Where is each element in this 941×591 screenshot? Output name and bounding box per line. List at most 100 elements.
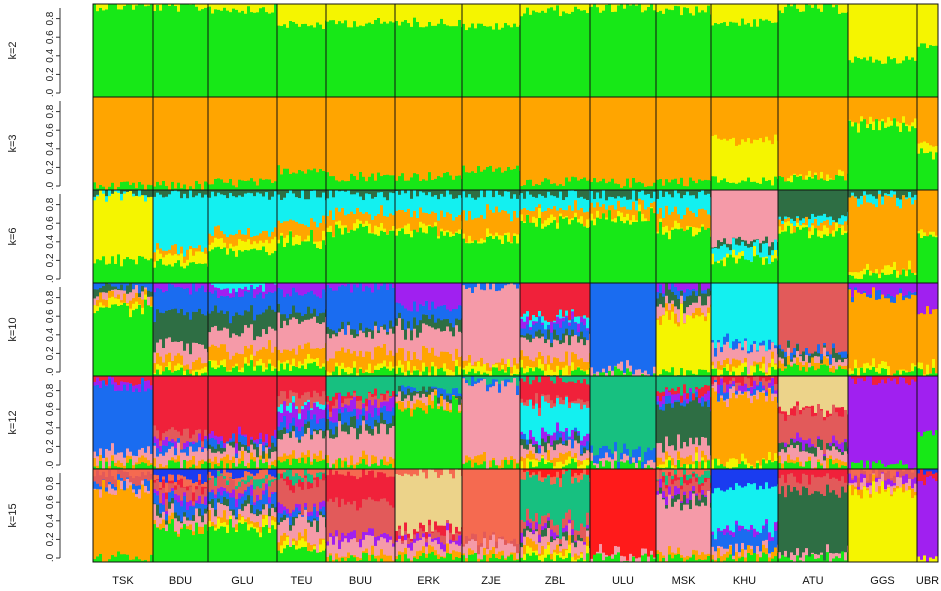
bar-segment bbox=[568, 181, 572, 191]
bar-segment bbox=[428, 191, 432, 214]
bar-segment bbox=[784, 368, 788, 377]
bar-segment bbox=[431, 4, 435, 26]
bar-segment bbox=[538, 190, 542, 195]
bar-segment bbox=[902, 4, 906, 61]
bar-segment bbox=[869, 190, 873, 195]
bar-segment bbox=[304, 419, 308, 425]
bar-segment bbox=[147, 305, 151, 377]
bar-segment bbox=[180, 435, 184, 450]
bar-segment bbox=[857, 132, 861, 191]
bar-segment bbox=[316, 171, 320, 191]
bar-segment bbox=[371, 330, 375, 339]
bar-segment bbox=[250, 192, 254, 238]
bar-segment bbox=[826, 358, 830, 366]
bar-segment bbox=[241, 460, 245, 470]
bar-segment bbox=[905, 124, 909, 127]
bar-segment bbox=[111, 97, 115, 183]
bar-segment bbox=[329, 376, 333, 401]
bar-segment bbox=[304, 173, 308, 191]
bar-segment bbox=[863, 292, 867, 364]
bar-segment bbox=[541, 211, 545, 224]
bar-segment bbox=[535, 197, 539, 208]
bar-segment bbox=[371, 338, 375, 360]
bar-segment bbox=[138, 304, 142, 377]
bar-segment bbox=[180, 266, 184, 284]
bar-segment bbox=[492, 235, 496, 239]
bar-segment bbox=[141, 313, 145, 377]
bar-segment bbox=[428, 318, 432, 327]
bar-segment bbox=[189, 376, 193, 439]
bar-segment bbox=[159, 376, 163, 441]
bar-segment bbox=[759, 97, 763, 139]
bar-segment bbox=[335, 436, 339, 460]
bar-segment bbox=[744, 366, 748, 377]
bar-segment bbox=[404, 283, 408, 309]
bar-segment bbox=[250, 304, 254, 325]
bar-segment bbox=[162, 445, 166, 456]
bar-segment bbox=[723, 283, 727, 337]
bar-segment bbox=[129, 451, 133, 457]
bar-segment bbox=[701, 293, 705, 306]
bar-segment bbox=[744, 245, 748, 260]
bar-segment bbox=[535, 321, 539, 324]
bar-segment bbox=[268, 458, 272, 466]
bar-segment bbox=[802, 4, 806, 12]
bar-segment bbox=[407, 370, 411, 377]
bar-segment bbox=[132, 455, 136, 466]
bar-segment bbox=[641, 213, 645, 222]
bar-segment bbox=[452, 97, 456, 180]
bar-segment bbox=[413, 351, 417, 367]
bar-segment bbox=[577, 4, 581, 10]
bar-segment bbox=[726, 181, 730, 191]
bar-segment bbox=[471, 97, 475, 172]
bar-segment bbox=[574, 190, 578, 201]
bar-segment bbox=[793, 220, 797, 226]
bar-segment bbox=[617, 210, 621, 217]
bar-segment bbox=[99, 184, 103, 191]
bar-segment bbox=[923, 190, 927, 233]
bar-segment bbox=[516, 97, 520, 166]
bar-segment bbox=[235, 363, 239, 367]
bar-segment bbox=[723, 344, 727, 360]
bar-segment bbox=[452, 220, 456, 234]
bar-segment bbox=[214, 325, 218, 346]
bar-segment bbox=[192, 376, 196, 435]
bar-segment bbox=[425, 97, 429, 181]
bar-segment bbox=[310, 362, 314, 377]
bar-segment bbox=[289, 283, 293, 297]
bar-segment bbox=[332, 408, 336, 423]
bar-segment bbox=[292, 193, 296, 221]
bar-segment bbox=[386, 234, 390, 284]
bar-segment bbox=[620, 370, 624, 377]
bar-segment bbox=[401, 305, 405, 319]
bar-segment bbox=[180, 367, 184, 377]
bar-segment bbox=[374, 365, 378, 370]
bar-segment bbox=[720, 4, 724, 24]
bar-segment bbox=[890, 190, 894, 198]
bar-segment bbox=[841, 351, 845, 358]
bar-segment bbox=[419, 332, 423, 361]
bar-segment bbox=[793, 225, 797, 233]
bar-segment bbox=[504, 22, 508, 98]
bar-segment bbox=[692, 318, 696, 374]
bar-segment bbox=[129, 376, 133, 384]
bar-segment bbox=[211, 183, 215, 191]
bar-segment bbox=[854, 283, 858, 288]
bar-segment bbox=[307, 427, 311, 451]
bar-segment bbox=[443, 318, 447, 331]
bar-segment bbox=[759, 342, 763, 346]
bar-segment bbox=[159, 194, 163, 249]
bar-segment bbox=[516, 165, 520, 191]
bar-segment bbox=[235, 334, 239, 353]
bar-segment bbox=[268, 464, 272, 469]
bar-segment bbox=[114, 381, 118, 391]
bar-segment bbox=[781, 4, 785, 14]
bar-segment bbox=[498, 97, 502, 168]
bar-segment bbox=[929, 313, 933, 374]
bar-segment bbox=[899, 131, 903, 191]
bar-segment bbox=[410, 177, 414, 191]
bar-segment bbox=[923, 4, 927, 44]
bar-segment bbox=[189, 262, 193, 284]
bar-segment bbox=[692, 226, 696, 237]
bar-segment bbox=[353, 230, 357, 284]
